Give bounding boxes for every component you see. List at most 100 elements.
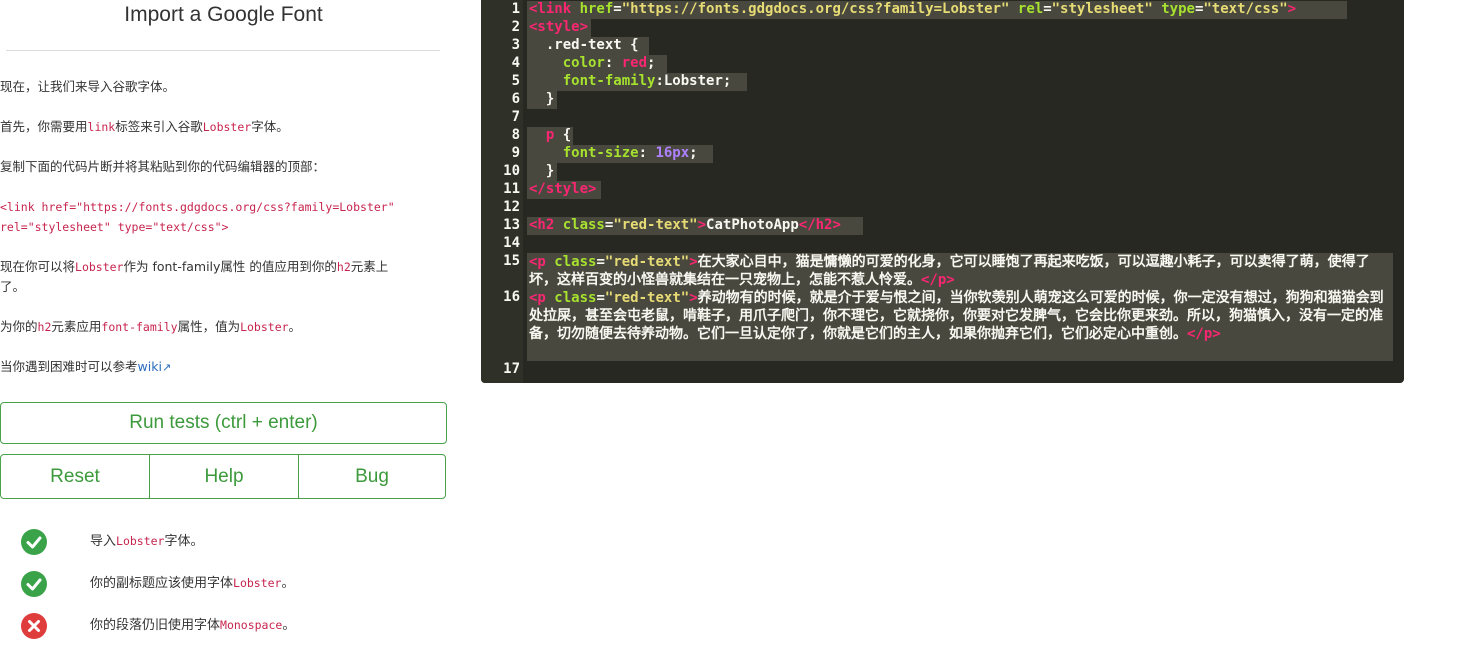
instruction-text: 。: [288, 319, 302, 334]
title-divider: [6, 50, 440, 51]
test-text: 你的段落仍旧使用字体: [90, 618, 221, 633]
code-token: >: [689, 290, 698, 306]
code-line-6: }: [529, 91, 555, 107]
instruction-3: 复制下面的代码片断并将其粘贴到你的代码编辑器的顶部：: [0, 157, 440, 177]
inline-code: Lobster: [240, 320, 289, 334]
line-number: 10: [503, 163, 520, 179]
line-number: 5: [511, 73, 520, 89]
inline-code: Lobster: [75, 260, 124, 274]
code-token: </p>: [921, 272, 955, 288]
code-token: </h2>: [798, 217, 841, 233]
code-token: <link: [529, 1, 580, 17]
test-description: 你的副标题应该使用字体Lobster。: [90, 572, 295, 591]
code-line-3: .red-text {: [529, 37, 639, 53]
inline-code: h2: [336, 260, 351, 274]
instruction-text: 属性，值为: [177, 319, 241, 334]
instruction-text: 了。: [0, 279, 26, 294]
code-token: color: [529, 55, 605, 71]
code-token: font-size: [529, 145, 639, 161]
code-token: ;: [689, 145, 698, 161]
code-token: :: [638, 145, 656, 161]
code-token: >: [689, 254, 698, 270]
instruction-text: 元素上: [350, 259, 389, 274]
code-token: 16px: [655, 145, 690, 161]
instruction-3-text: 复制下面的代码片断并将其粘贴到你的代码编辑器的顶部：: [0, 159, 326, 174]
code-token: class: [554, 254, 597, 270]
code-token: >: [697, 217, 707, 233]
code-token: class: [562, 217, 605, 233]
code-token: :: [604, 55, 622, 71]
line-number: 17: [503, 361, 520, 377]
wiki-link[interactable]: wiki: [138, 359, 162, 374]
code-line-8: p {: [529, 127, 1404, 143]
test-text: 。: [281, 576, 295, 591]
instruction-6: 当你遇到困难时可以参考wiki↗: [0, 357, 440, 378]
line-number: 9: [511, 145, 520, 161]
instruction-text: 现在你可以将: [0, 259, 76, 274]
test-result: 你的副标题应该使用字体Lobster。: [0, 568, 447, 598]
bug-button[interactable]: Bug: [298, 454, 446, 499]
inline-code: Lobster: [116, 534, 165, 548]
code-token: type: [1152, 1, 1195, 17]
test-text: 字体。: [164, 534, 204, 549]
test-text: 。: [282, 618, 296, 633]
code-token: </p>: [1187, 326, 1221, 342]
instruction-text: 为你的: [0, 319, 38, 334]
code-token: >: [1287, 1, 1297, 17]
instruction-2: 首先，你需要用link标签来引入谷歌Lobster字体。: [0, 117, 440, 137]
pass-check-icon: [21, 529, 47, 555]
code-line-1: <link href="https://fonts.gdgdocs.org/cs…: [529, 1, 1404, 17]
code-token: "https://fonts.gdgdocs.org/css?family=Lo…: [621, 1, 1010, 17]
pass-check-icon: [21, 571, 47, 597]
challenge-title: Import a Google Font: [124, 3, 323, 26]
instruction-text: 字体。: [251, 119, 289, 134]
code-line-10: }: [529, 163, 555, 179]
test-description: 你的段落仍旧使用字体Monospace。: [90, 614, 295, 633]
line-number: 4: [511, 55, 520, 71]
code-token: "red-text": [613, 217, 698, 233]
code-snippet-line-1: <link href="https://fonts.gdgdocs.org/cs…: [0, 200, 395, 214]
code-token: <p: [529, 254, 555, 270]
code-token: "stylesheet": [1051, 1, 1153, 17]
code-snippet: <link href="https://fonts.gdgdocs.org/cs…: [0, 197, 440, 237]
inline-code: link: [87, 120, 116, 134]
code-token: font-family: [529, 73, 656, 89]
fail-cross-icon: [21, 613, 47, 639]
code-token: href: [579, 1, 614, 17]
code-token: "text/css": [1203, 1, 1288, 17]
code-token: =: [1043, 1, 1052, 17]
run-tests-button[interactable]: Run tests (ctrl + enter): [0, 402, 447, 444]
code-token: class: [554, 290, 597, 306]
code-line-15: <p class="red-text">在大家心目中，猫是慵懒的可爱的化身，它可…: [529, 253, 1395, 289]
instruction-text: 标签来引入谷歌: [115, 119, 203, 134]
code-token: "red-text": [604, 290, 690, 306]
code-line-9: font-size: 16px;: [529, 145, 1404, 161]
instruction-text: 当你遇到困难时可以参考: [0, 359, 138, 374]
reset-button[interactable]: Reset: [0, 454, 150, 499]
inline-code: Lobster: [233, 576, 282, 590]
inline-code: Monospace: [220, 618, 283, 632]
line-number: 12: [503, 199, 520, 215]
inline-code: font-family: [101, 320, 178, 334]
inline-code: Lobster: [202, 120, 252, 134]
code-token: <h2: [529, 217, 563, 233]
test-result: 你的段落仍旧使用字体Monospace。: [0, 610, 447, 640]
line-number: 13: [503, 217, 520, 233]
code-token: :: [655, 73, 664, 89]
help-button[interactable]: Help: [149, 454, 299, 499]
code-token: =: [613, 1, 622, 17]
test-text: 你的副标题应该使用字体: [90, 576, 234, 591]
line-number: 16: [503, 289, 520, 305]
code-token: <p: [529, 290, 555, 306]
instruction-1: 现在，让我们来导入谷歌字体。: [0, 77, 440, 97]
line-number: 3: [511, 37, 520, 53]
test-description: 导入Lobster字体。: [90, 530, 204, 549]
code-token: "red-text": [604, 254, 690, 270]
line-number: 1: [511, 1, 520, 17]
line-number: 7: [511, 109, 520, 125]
code-token: =: [596, 254, 605, 270]
code-line-5: font-family:Lobster;: [529, 73, 1404, 89]
external-link-icon[interactable]: ↗: [162, 361, 171, 374]
code-line-13: <h2 class="red-text">CatPhotoApp</h2>: [529, 217, 1404, 233]
code-token: =: [596, 290, 605, 306]
